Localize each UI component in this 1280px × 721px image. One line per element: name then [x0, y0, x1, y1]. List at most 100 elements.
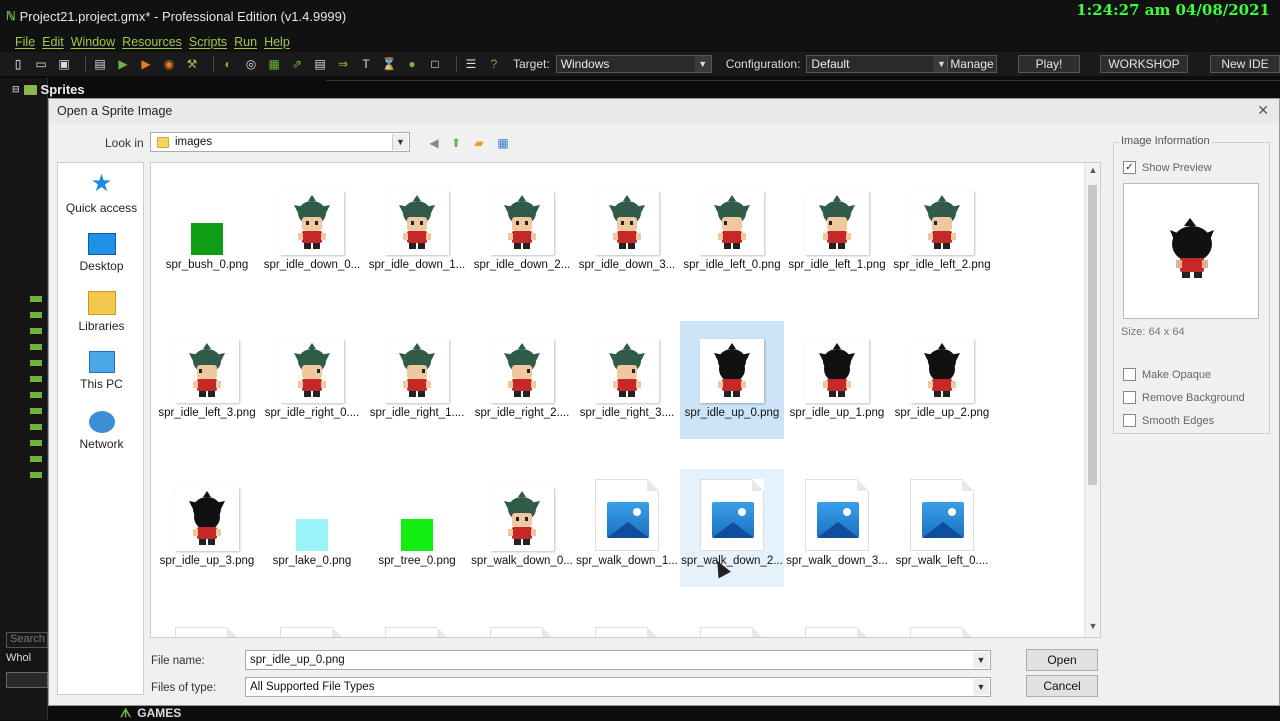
search-options-box[interactable]	[6, 672, 48, 688]
file-tile[interactable]: spr_idle_left_1.png	[785, 173, 889, 291]
menu-run[interactable]: Run	[234, 35, 257, 49]
resource-item[interactable]	[30, 376, 42, 382]
scroll-down-icon[interactable]: ▼	[1085, 621, 1100, 635]
file-tile[interactable]: spr_walk_down_1...	[575, 469, 679, 587]
resource-item[interactable]	[30, 456, 42, 462]
configuration-select[interactable]: Default ▼	[806, 55, 951, 73]
files-of-type-select[interactable]: All Supported File Types ▼	[245, 677, 991, 697]
resource-item[interactable]	[30, 328, 42, 334]
clean-icon[interactable]: ⚒	[184, 56, 200, 72]
file-tile[interactable]: spr_walk_left_0....	[890, 469, 994, 587]
close-icon[interactable]: ✕	[1257, 102, 1269, 119]
file-tile[interactable]: spr_idle_down_2...	[470, 173, 574, 291]
resource-item[interactable]	[30, 392, 42, 398]
file-tile[interactable]: spr_idle_up_2.png	[890, 321, 994, 439]
sprite-icon[interactable]: ◐	[220, 56, 236, 72]
menu-scripts[interactable]: Scripts	[189, 35, 227, 49]
file-tile[interactable]: spr_idle_up_1.png	[785, 321, 889, 439]
cancel-button[interactable]: Cancel	[1026, 675, 1098, 697]
smooth-edges-checkbox[interactable]: Smooth Edges	[1123, 414, 1214, 427]
file-tile[interactable]: spr_idle_left_0.png	[680, 173, 784, 291]
menu-edit[interactable]: Edit	[42, 35, 64, 49]
file-tile[interactable]: spr_idle_up_0.png	[680, 321, 784, 439]
file-tile[interactable]: spr_idle_down_3...	[575, 173, 679, 291]
file-tile[interactable]	[260, 617, 364, 637]
new-ide-button[interactable]: New IDE	[1210, 55, 1280, 73]
target-select[interactable]: Windows ▼	[555, 55, 712, 73]
stop-icon[interactable]: ◉	[161, 56, 177, 72]
resource-search-input[interactable]: Search	[6, 632, 48, 648]
object-icon[interactable]: ●	[404, 56, 420, 72]
file-tile[interactable]	[890, 617, 994, 637]
new-folder-icon[interactable]: ▰	[471, 135, 487, 151]
place-desktop[interactable]: Desktop	[58, 233, 145, 273]
file-tile[interactable]	[470, 617, 574, 637]
new-file-icon[interactable]: ▯	[10, 56, 26, 72]
file-tile[interactable]: spr_idle_left_2.png	[890, 173, 994, 291]
file-tile[interactable]: spr_idle_left_3.png	[155, 321, 259, 439]
resource-item[interactable]	[30, 408, 42, 414]
scroll-up-icon[interactable]: ▲	[1085, 165, 1100, 179]
file-tile[interactable]	[680, 617, 784, 637]
save-icon[interactable]: ▣	[56, 56, 72, 72]
resource-item[interactable]	[30, 472, 42, 478]
export-icon[interactable]: ▤	[92, 56, 108, 72]
manage-button[interactable]: Manage	[947, 55, 997, 73]
script-icon[interactable]: ▤	[312, 56, 328, 72]
background-icon[interactable]: ▦	[266, 56, 282, 72]
file-name-input[interactable]: spr_idle_up_0.png ▼	[245, 650, 991, 670]
open-folder-icon[interactable]: ▭	[33, 56, 49, 72]
place-this-pc[interactable]: This PC	[58, 351, 145, 391]
up-folder-icon[interactable]: ⬆	[448, 135, 464, 151]
file-tile[interactable]	[155, 617, 259, 637]
chevron-down-icon[interactable]: ▼	[973, 652, 989, 668]
room-icon[interactable]: □	[427, 56, 443, 72]
resource-item[interactable]	[30, 440, 42, 446]
menu-window[interactable]: Window	[71, 35, 115, 49]
whole-word-checkbox[interactable]: Whol	[6, 652, 31, 664]
debug-icon[interactable]: ▶	[138, 56, 154, 72]
place-quick-access[interactable]: ★ Quick access	[58, 171, 145, 216]
view-menu-icon[interactable]: ▦	[495, 135, 511, 151]
menu-file[interactable]: File	[15, 35, 35, 49]
workshop-button[interactable]: WORKSHOP	[1100, 55, 1188, 73]
help-icon[interactable]: ?	[486, 56, 502, 72]
path-icon[interactable]: ⇗	[289, 56, 305, 72]
file-tile[interactable]: spr_walk_down_0...	[470, 469, 574, 587]
resource-tree-sprites[interactable]: ⊟ Sprites	[12, 82, 85, 97]
file-tile[interactable]	[365, 617, 469, 637]
resource-item[interactable]	[30, 424, 42, 430]
file-tile[interactable]: spr_idle_right_1....	[365, 321, 469, 439]
file-tile[interactable]: spr_idle_up_3.png	[155, 469, 259, 587]
file-tile[interactable]: spr_idle_right_2....	[470, 321, 574, 439]
shader-icon[interactable]: ⇒	[335, 56, 351, 72]
file-tile[interactable]: spr_idle_right_3....	[575, 321, 679, 439]
sound-icon[interactable]: ◎	[243, 56, 259, 72]
remove-background-checkbox[interactable]: Remove Background	[1123, 391, 1245, 404]
show-preview-checkbox[interactable]: ✓ Show Preview	[1123, 161, 1212, 174]
resource-item[interactable]	[30, 360, 42, 366]
file-tile[interactable]: spr_lake_0.png	[260, 469, 364, 587]
file-tile[interactable]: spr_idle_down_0...	[260, 173, 364, 291]
make-opaque-checkbox[interactable]: Make Opaque	[1123, 368, 1211, 381]
file-tile[interactable]: spr_walk_down_2...	[680, 469, 784, 587]
file-tile[interactable]: spr_bush_0.png	[155, 173, 259, 291]
place-network[interactable]: Network	[58, 411, 145, 451]
play-button[interactable]: Play!	[1018, 55, 1080, 73]
open-button[interactable]: Open	[1026, 649, 1098, 671]
file-tile[interactable]: spr_tree_0.png	[365, 469, 469, 587]
look-in-select[interactable]: images ▼	[150, 132, 410, 152]
file-tile[interactable]: spr_walk_down_3...	[785, 469, 889, 587]
collapse-icon[interactable]: ⊟	[12, 84, 20, 95]
file-tile[interactable]	[575, 617, 679, 637]
menu-resources[interactable]: Resources	[122, 35, 182, 49]
back-icon[interactable]: ◀	[426, 135, 442, 151]
run-icon[interactable]: ▶	[115, 56, 131, 72]
file-tile[interactable]: spr_idle_down_1...	[365, 173, 469, 291]
resource-item[interactable]	[30, 344, 42, 350]
font-icon[interactable]: T	[358, 56, 374, 72]
resource-item[interactable]	[30, 312, 42, 318]
timeline-icon[interactable]: ⌛	[381, 56, 397, 72]
settings-list-icon[interactable]: ☰	[463, 56, 479, 72]
resource-item[interactable]	[30, 296, 42, 302]
